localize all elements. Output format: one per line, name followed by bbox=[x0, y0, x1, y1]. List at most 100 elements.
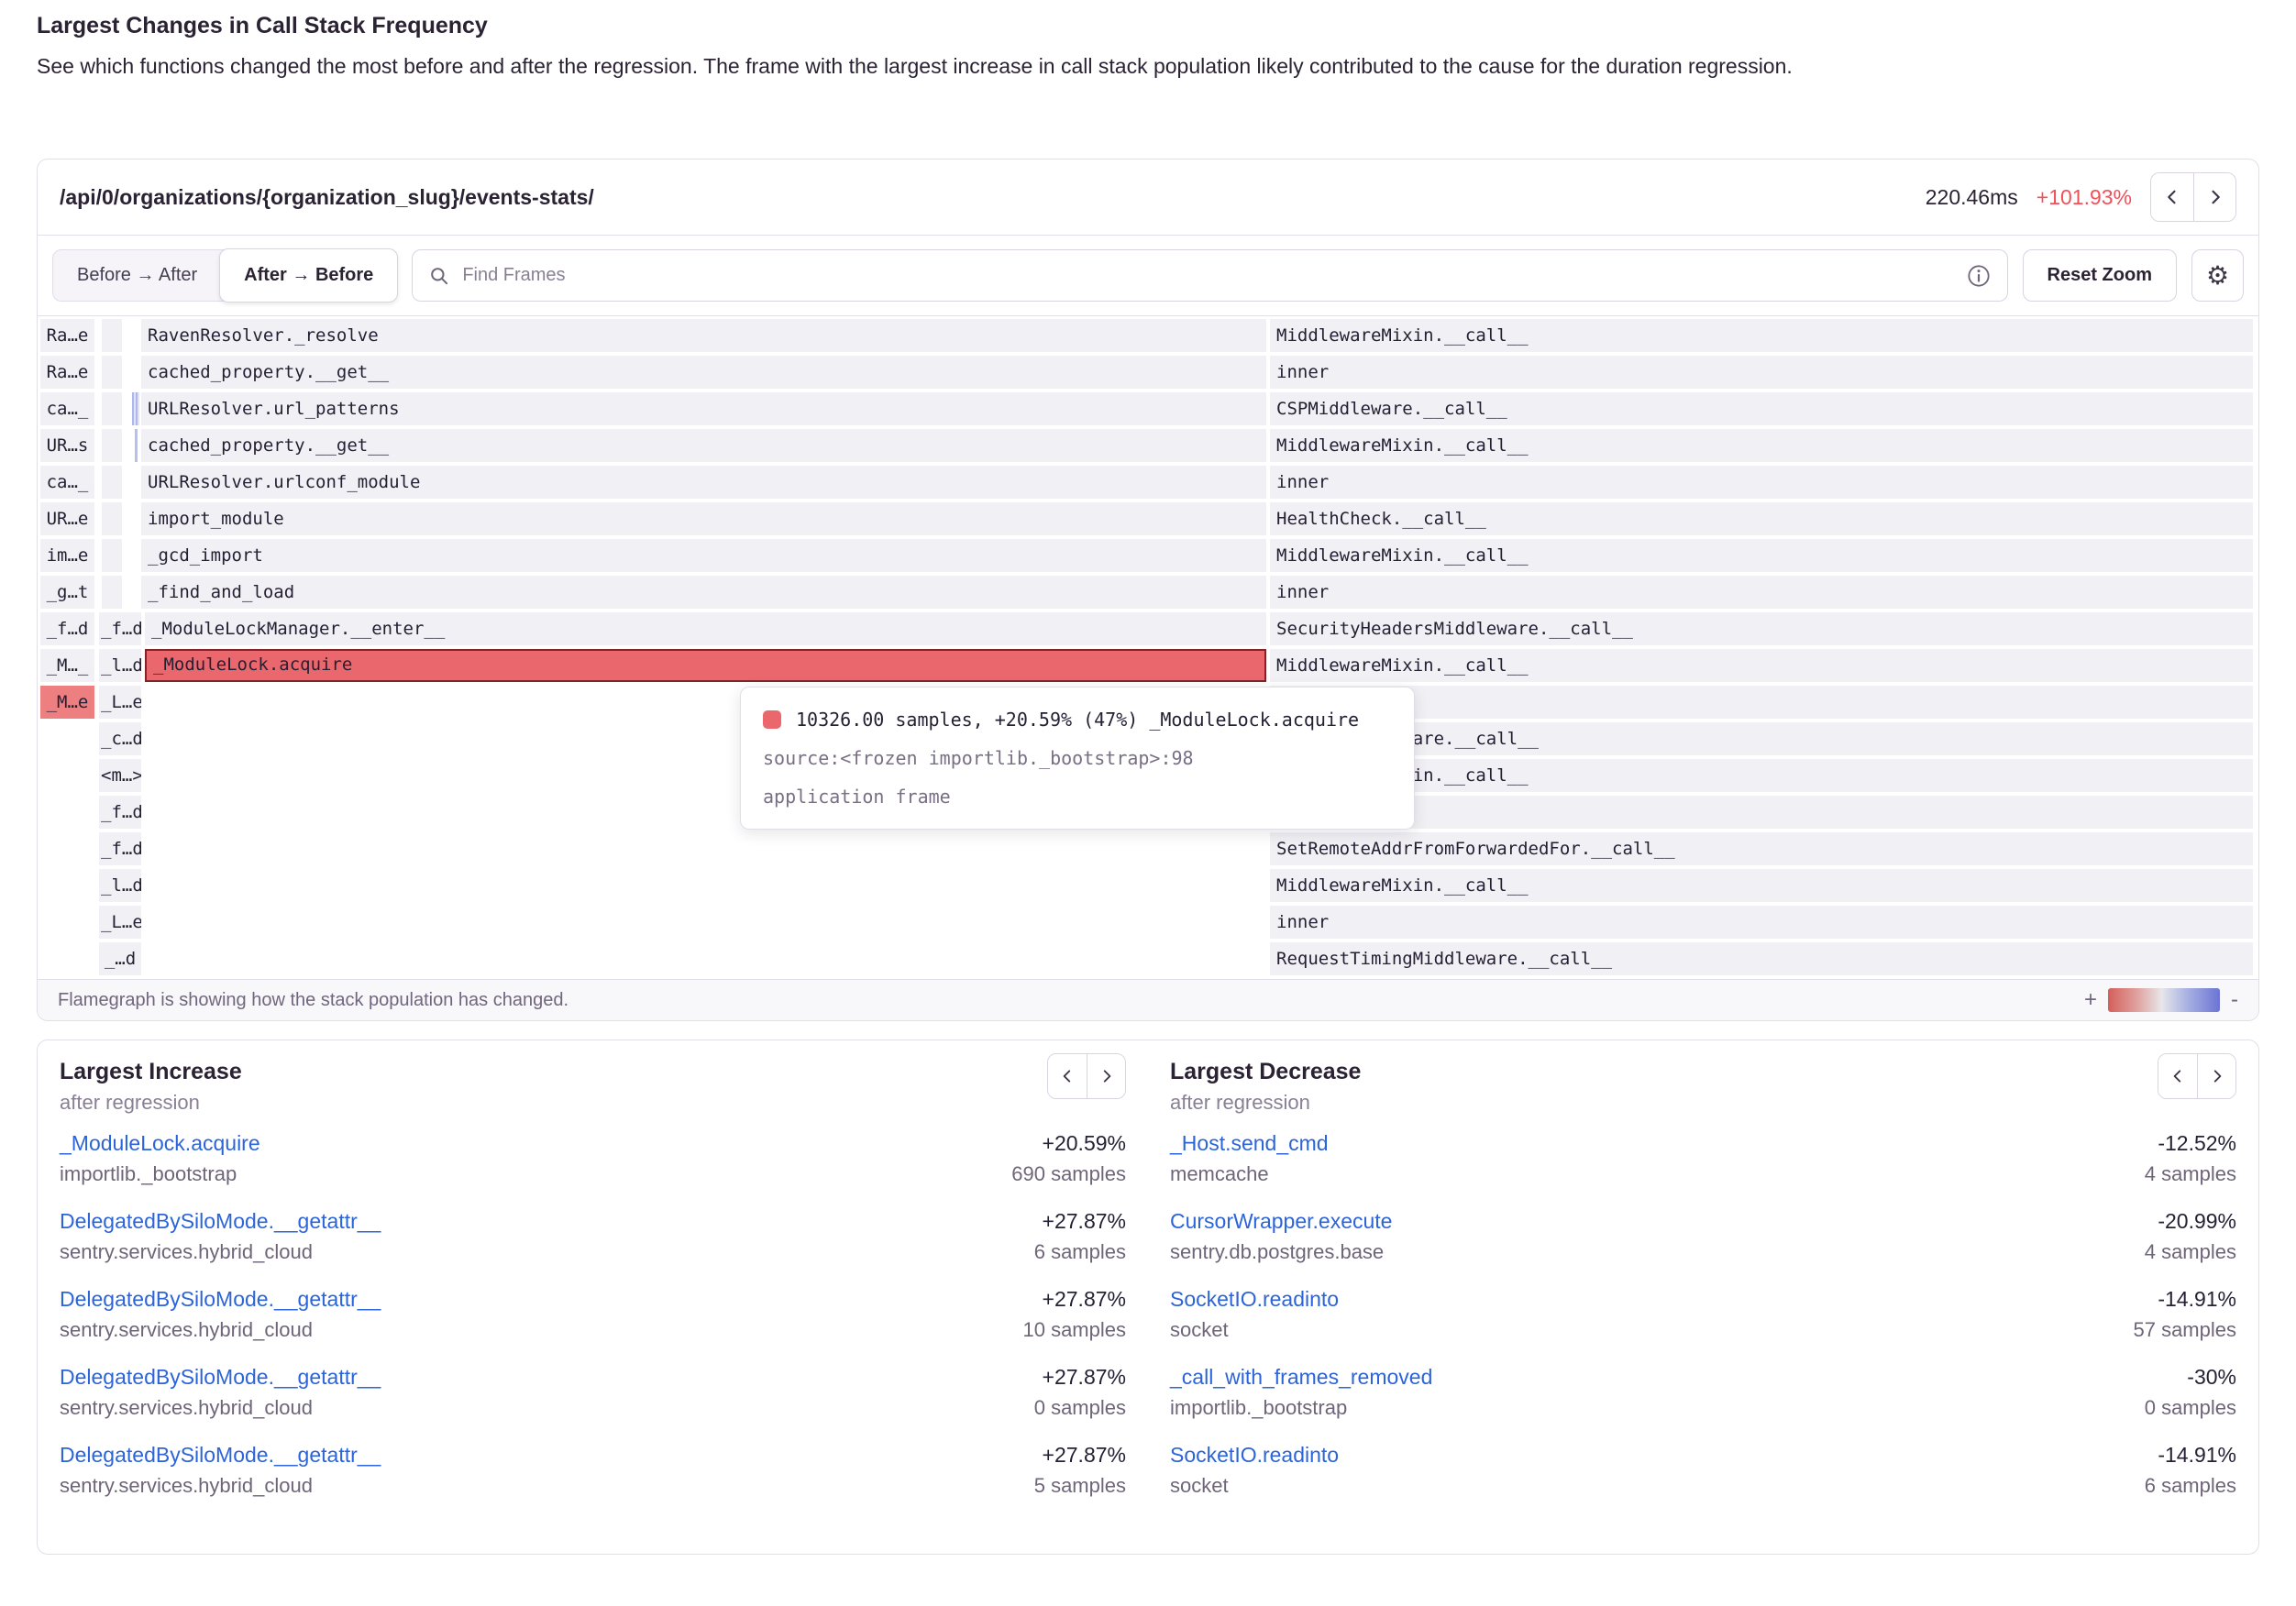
panel-header: /api/0/organizations/{organization_slug}… bbox=[38, 160, 2258, 236]
function-link[interactable]: SocketIO.readinto bbox=[1170, 1443, 1339, 1468]
flame-frame[interactable]: inner bbox=[1270, 576, 2253, 609]
flame-frame[interactable]: im…e bbox=[40, 539, 94, 572]
flame-frame[interactable]: CSPMiddleware.__call__ bbox=[1270, 392, 2253, 425]
flame-frame[interactable]: URLResolver.urlconf_module bbox=[141, 466, 1266, 499]
segment-before-after[interactable]: Before → After bbox=[53, 250, 221, 301]
function-link[interactable]: DelegatedBySiloMode.__getattr__ bbox=[60, 1287, 381, 1312]
function-link[interactable]: _call_with_frames_removed bbox=[1170, 1365, 1432, 1390]
flame-frame[interactable]: cached_property.__get__ bbox=[141, 356, 1266, 389]
function-link[interactable]: _Host.send_cmd bbox=[1170, 1131, 1329, 1156]
sample-count: 6 samples bbox=[1034, 1240, 1126, 1264]
flame-frame[interactable]: _M…e bbox=[40, 686, 94, 719]
flame-frame[interactable]: _c…d bbox=[99, 722, 141, 755]
module-label: socket bbox=[1170, 1318, 1229, 1342]
function-change-item: SocketIO.readinto-14.91%socket6 samples bbox=[1170, 1443, 2236, 1498]
flame-frame[interactable]: UR…e bbox=[40, 502, 94, 535]
flame-frame[interactable]: <m…> bbox=[99, 759, 141, 792]
flame-frame[interactable]: MiddlewareMixin.__call__ bbox=[1270, 429, 2253, 462]
flame-frame[interactable]: URLResolver.url_patterns bbox=[141, 392, 1266, 425]
largest-increase-section: Largest Increase after regression _Modul… bbox=[60, 1053, 1126, 1535]
function-link[interactable]: CursorWrapper.execute bbox=[1170, 1209, 1392, 1234]
increase-prev-button[interactable] bbox=[1048, 1054, 1087, 1098]
flame-frame[interactable]: _g…t bbox=[40, 576, 94, 609]
flame-frame[interactable]: SetRemoteAddrFromForwardedFor.__call__ bbox=[1270, 832, 2253, 865]
flame-frame[interactable]: inner bbox=[1270, 906, 2253, 939]
flame-frame[interactable]: MiddlewareMixin.__call__ bbox=[1270, 319, 2253, 352]
flame-frame[interactable]: HealthCheck.__call__ bbox=[1270, 502, 2253, 535]
info-icon[interactable] bbox=[1967, 264, 1991, 288]
flame-frame[interactable]: _gcd_import bbox=[141, 539, 1266, 572]
flame-frame[interactable]: inner bbox=[1270, 466, 2253, 499]
flame-frame[interactable]: inner bbox=[1270, 796, 2253, 829]
flame-frame[interactable]: MiddlewareMixin.__call__ bbox=[1270, 869, 2253, 902]
reset-zoom-button[interactable]: Reset Zoom bbox=[2023, 249, 2177, 302]
flame-frame[interactable] bbox=[102, 429, 122, 462]
decrease-next-button[interactable] bbox=[2197, 1054, 2235, 1098]
flame-frame[interactable]: RavenResolver._resolve bbox=[141, 319, 1266, 352]
function-change-item: CursorWrapper.execute-20.99%sentry.db.po… bbox=[1170, 1209, 2236, 1264]
percent-change: +27.87% bbox=[1043, 1443, 1126, 1468]
function-change-item: DelegatedBySiloMode.__getattr__+27.87%se… bbox=[60, 1209, 1126, 1264]
flame-frame[interactable]: _f…d bbox=[99, 796, 141, 829]
function-link[interactable]: _ModuleLock.acquire bbox=[60, 1131, 260, 1156]
flame-frame[interactable]: MiddlewareMixin.__call__ bbox=[1270, 759, 2253, 792]
flame-frame[interactable]: _find_and_load bbox=[141, 576, 1266, 609]
flame-frame[interactable]: cached_property.__get__ bbox=[141, 429, 1266, 462]
flame-frame[interactable]: ca…_ bbox=[40, 392, 94, 425]
flame-frame[interactable]: MiddlewareMixin.__call__ bbox=[1270, 649, 2253, 682]
flame-frame[interactable]: UR…s bbox=[40, 429, 94, 462]
flame-frame[interactable]: _L…e bbox=[99, 686, 141, 719]
flame-frame[interactable] bbox=[132, 392, 139, 425]
flame-frame[interactable]: Ra…e bbox=[40, 356, 94, 389]
flame-frame[interactable] bbox=[102, 319, 122, 352]
flame-frame[interactable] bbox=[102, 356, 122, 389]
module-label: sentry.services.hybrid_cloud bbox=[60, 1474, 313, 1498]
chevron-left-icon bbox=[1059, 1068, 1076, 1084]
next-endpoint-button[interactable] bbox=[2193, 173, 2235, 221]
flame-frame[interactable]: _l…d bbox=[99, 869, 141, 902]
flame-frame[interactable]: _ModuleLockManager.__enter__ bbox=[145, 612, 1266, 645]
direction-segmented-control: Before → After After → Before bbox=[52, 249, 397, 302]
flame-frame[interactable]: _l…d bbox=[99, 649, 141, 682]
flame-frame[interactable]: _f…d bbox=[99, 832, 141, 865]
flamegraph-canvas[interactable]: RequestTimingMiddleware.__call__ _…d inner… bbox=[38, 316, 2258, 979]
flame-frame[interactable]: _…d bbox=[99, 942, 141, 975]
flame-frame[interactable]: import_module bbox=[141, 502, 1266, 535]
function-change-item: SocketIO.readinto-14.91%socket57 samples bbox=[1170, 1287, 2236, 1342]
function-link[interactable]: DelegatedBySiloMode.__getattr__ bbox=[60, 1209, 381, 1234]
segment-after-before[interactable]: After → Before bbox=[219, 248, 398, 302]
flame-frame[interactable]: inner bbox=[1270, 686, 2253, 719]
function-link[interactable]: SocketIO.readinto bbox=[1170, 1287, 1339, 1312]
flame-frame[interactable]: inner bbox=[1270, 356, 2253, 389]
flame-frame[interactable]: MiddlewareMixin.__call__ bbox=[1270, 539, 2253, 572]
percent-change: -12.52% bbox=[2158, 1131, 2236, 1156]
flame-frame[interactable] bbox=[102, 539, 122, 572]
flame-frame[interactable]: CommonMiddleware.__call__ bbox=[1270, 722, 2253, 755]
flame-frame[interactable]: ca…_ bbox=[40, 466, 94, 499]
flamegraph-toolbar: Before → After After → Before Reset Zoom… bbox=[38, 236, 2258, 316]
increase-next-button[interactable] bbox=[1087, 1054, 1125, 1098]
flame-frame[interactable] bbox=[102, 392, 122, 425]
flame-frame[interactable]: RequestTimingMiddleware.__call__ bbox=[1270, 942, 2253, 975]
flame-frame[interactable]: _ModuleLock.acquire bbox=[145, 649, 1266, 682]
flame-frame[interactable]: Ra…e bbox=[40, 319, 94, 352]
page-title: Largest Changes in Call Stack Frequency bbox=[37, 13, 2259, 39]
function-link[interactable]: DelegatedBySiloMode.__getattr__ bbox=[60, 1443, 381, 1468]
flame-frame[interactable] bbox=[102, 466, 122, 499]
percent-change: -30% bbox=[2187, 1365, 2236, 1390]
function-link[interactable]: DelegatedBySiloMode.__getattr__ bbox=[60, 1365, 381, 1390]
flame-frame[interactable] bbox=[102, 576, 122, 609]
module-label: sentry.services.hybrid_cloud bbox=[60, 1396, 313, 1420]
flame-frame[interactable]: _M…_ bbox=[40, 649, 94, 682]
previous-endpoint-button[interactable] bbox=[2151, 173, 2193, 221]
flame-frame[interactable]: SecurityHeadersMiddleware.__call__ bbox=[1270, 612, 2253, 645]
flame-frame[interactable]: _f…d bbox=[99, 612, 141, 645]
flame-frame[interactable] bbox=[135, 429, 138, 462]
decrease-prev-button[interactable] bbox=[2158, 1054, 2197, 1098]
flame-frame[interactable] bbox=[102, 502, 122, 535]
flame-frame[interactable]: _L…e bbox=[99, 906, 141, 939]
settings-button[interactable]: ⚙ bbox=[2191, 249, 2244, 302]
flame-frame[interactable]: _f…d bbox=[40, 612, 94, 645]
sample-count: 4 samples bbox=[2145, 1162, 2236, 1186]
find-frames-input[interactable] bbox=[462, 265, 1953, 286]
